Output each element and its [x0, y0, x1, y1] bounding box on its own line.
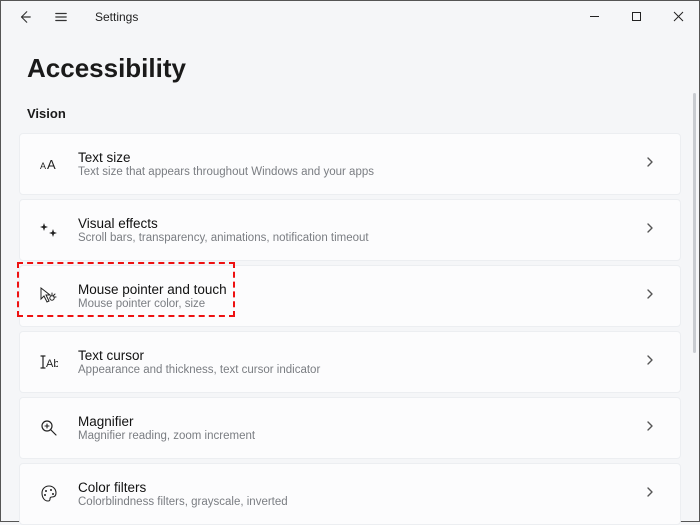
- row-mouse-pointer[interactable]: Mouse pointer and touch Mouse pointer co…: [19, 265, 681, 327]
- row-subtitle: Appearance and thickness, text cursor in…: [78, 364, 644, 376]
- svg-text:Ab: Ab: [46, 358, 58, 370]
- section-vision-label: Vision: [1, 92, 699, 133]
- row-text-size[interactable]: AA Text size Text size that appears thro…: [19, 133, 681, 195]
- mouse-pointer-icon: [38, 285, 60, 307]
- row-title: Text size: [78, 150, 644, 165]
- close-button[interactable]: [657, 1, 699, 31]
- row-title: Mouse pointer and touch: [78, 282, 644, 297]
- row-subtitle: Scroll bars, transparency, animations, n…: [78, 232, 644, 244]
- magnifier-icon: [38, 417, 60, 439]
- row-visual-effects[interactable]: Visual effects Scroll bars, transparency…: [19, 199, 681, 261]
- maximize-button[interactable]: [615, 1, 657, 31]
- minimize-button[interactable]: [573, 1, 615, 31]
- minimize-icon: [589, 11, 600, 22]
- back-icon: [18, 10, 32, 24]
- chevron-right-icon: [644, 485, 662, 503]
- row-subtitle: Colorblindness filters, grayscale, inver…: [78, 496, 644, 508]
- chevron-right-icon: [644, 287, 662, 305]
- visual-effects-icon: [38, 219, 60, 241]
- back-button[interactable]: [9, 1, 41, 33]
- color-filters-icon: [38, 483, 60, 505]
- settings-list: AA Text size Text size that appears thro…: [1, 133, 699, 525]
- svg-text:A: A: [47, 157, 56, 172]
- row-magnifier[interactable]: Magnifier Magnifier reading, zoom increm…: [19, 397, 681, 459]
- close-icon: [673, 11, 684, 22]
- row-text-cursor[interactable]: Ab Text cursor Appearance and thickness,…: [19, 331, 681, 393]
- row-title: Visual effects: [78, 216, 644, 231]
- svg-text:A: A: [40, 161, 46, 171]
- titlebar: Settings: [1, 1, 699, 33]
- row-subtitle: Text size that appears throughout Window…: [78, 166, 644, 178]
- maximize-icon: [631, 11, 642, 22]
- titlebar-label: Settings: [95, 10, 138, 24]
- row-title: Text cursor: [78, 348, 644, 363]
- scrollbar[interactable]: [693, 93, 696, 353]
- chevron-right-icon: [644, 419, 662, 437]
- page-title: Accessibility: [1, 33, 699, 92]
- row-subtitle: Magnifier reading, zoom increment: [78, 430, 644, 442]
- row-title: Color filters: [78, 480, 644, 495]
- menu-button[interactable]: [45, 1, 77, 33]
- text-size-icon: AA: [38, 153, 60, 175]
- chevron-right-icon: [644, 353, 662, 371]
- hamburger-icon: [54, 10, 68, 24]
- chevron-right-icon: [644, 155, 662, 173]
- text-cursor-icon: Ab: [38, 351, 60, 373]
- row-subtitle: Mouse pointer color, size: [78, 298, 644, 310]
- row-color-filters[interactable]: Color filters Colorblindness filters, gr…: [19, 463, 681, 525]
- row-title: Magnifier: [78, 414, 644, 429]
- chevron-right-icon: [644, 221, 662, 239]
